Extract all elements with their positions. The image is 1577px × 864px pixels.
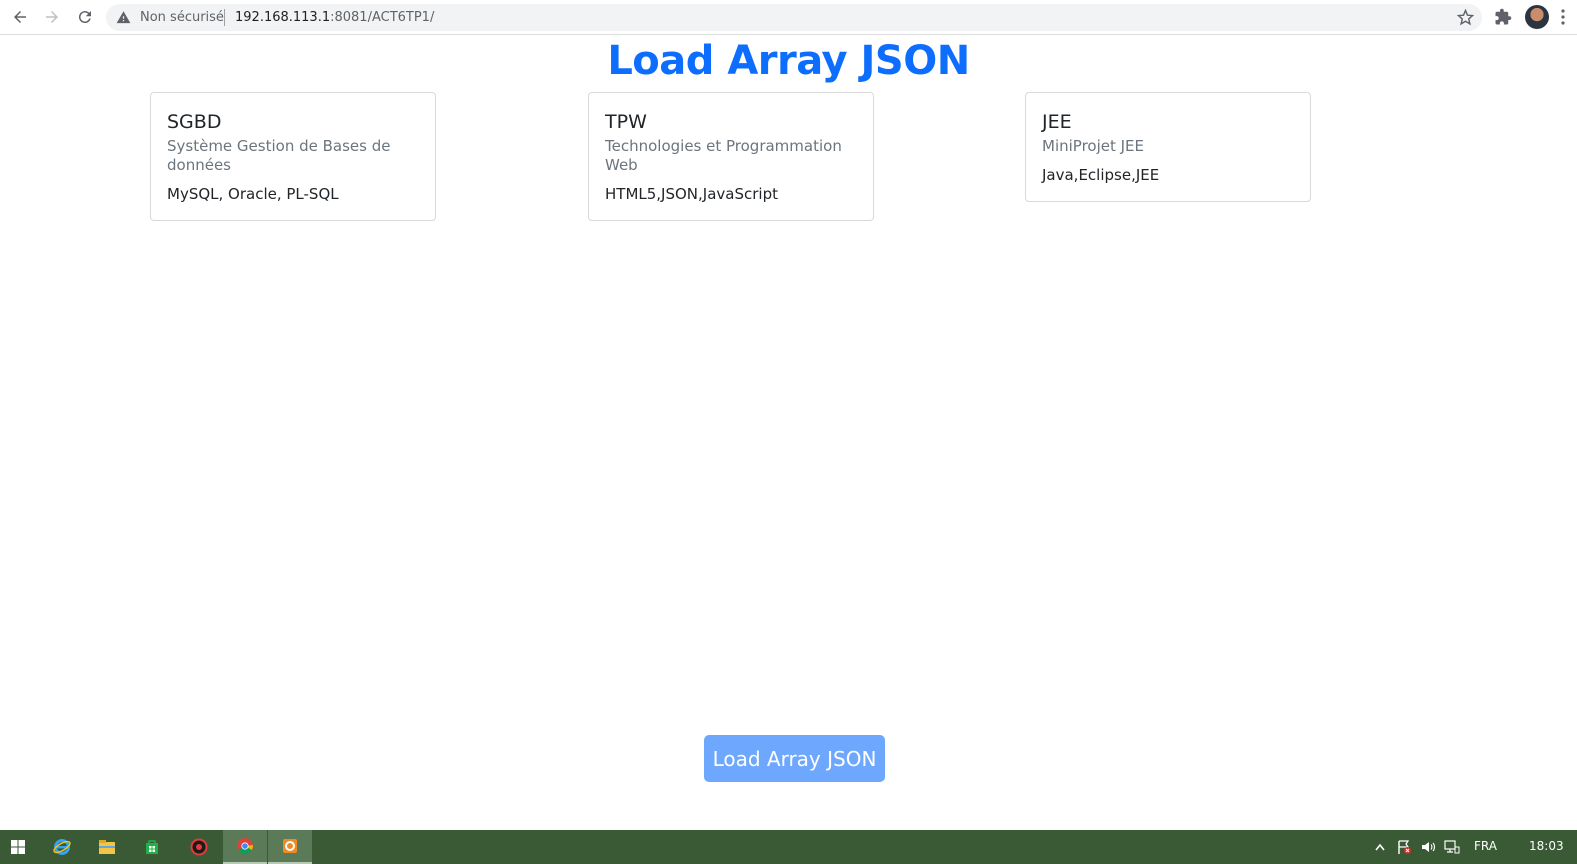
card-subtitle: Système Gestion de Bases de données bbox=[167, 137, 391, 174]
taskbar-orange-app[interactable] bbox=[268, 830, 312, 864]
page-title: Load Array JSON bbox=[607, 38, 970, 84]
separator bbox=[224, 9, 225, 26]
card-text: MySQL, Oracle, PL-SQL bbox=[167, 185, 339, 203]
url-host: 192.168.113.1 bbox=[235, 10, 331, 25]
internet-explorer-icon bbox=[53, 839, 71, 855]
address-bar[interactable]: Non sécurisé 192.168.113.1:8081/ACT6TP1/ bbox=[106, 4, 1482, 31]
action-center-flag-icon[interactable] bbox=[1396, 839, 1412, 855]
arrow-right-icon bbox=[46, 11, 58, 23]
card-title: JEE bbox=[1042, 111, 1072, 133]
security-label[interactable]: Non sécurisé bbox=[140, 10, 224, 25]
chrome-icon bbox=[237, 838, 253, 854]
course-card-tpw: TPW Technologies et Programmation Web HT… bbox=[588, 92, 874, 221]
card-title: SGBD bbox=[167, 111, 222, 133]
load-array-json-button[interactable]: Load Array JSON bbox=[704, 735, 885, 782]
reload-icon bbox=[78, 11, 91, 24]
red-app-icon bbox=[190, 838, 208, 856]
taskbar-red-app[interactable] bbox=[177, 830, 221, 864]
url-path: :8081/ACT6TP1/ bbox=[330, 10, 435, 25]
store-icon bbox=[146, 840, 158, 854]
language-indicator[interactable]: FRA bbox=[1474, 839, 1497, 853]
windows-logo-icon bbox=[11, 840, 25, 854]
card-text: Java,Eclipse,JEE bbox=[1042, 166, 1160, 184]
volume-icon[interactable] bbox=[1420, 839, 1436, 855]
profile-avatar[interactable] bbox=[1525, 5, 1549, 29]
browser-toolbar: Non sécurisé 192.168.113.1:8081/ACT6TP1/ bbox=[0, 0, 1577, 35]
card-title: TPW bbox=[605, 111, 647, 133]
reload-button[interactable] bbox=[73, 5, 97, 29]
windows-taskbar: FRA 18:03 bbox=[0, 830, 1577, 864]
card-text: HTML5,JSON,JavaScript bbox=[605, 185, 778, 203]
taskbar-chrome[interactable] bbox=[223, 830, 267, 864]
taskbar-internet-explorer[interactable] bbox=[40, 830, 84, 864]
network-icon[interactable] bbox=[1444, 839, 1460, 855]
warning-icon bbox=[116, 11, 131, 24]
start-button[interactable] bbox=[0, 830, 36, 864]
kebab-menu-icon[interactable] bbox=[1561, 9, 1565, 25]
course-card-jee: JEE MiniProjet JEE Java,Eclipse,JEE bbox=[1025, 92, 1311, 202]
taskbar-file-explorer[interactable] bbox=[85, 830, 129, 864]
clock[interactable]: 18:03 bbox=[1529, 839, 1564, 853]
course-card-sgbd: SGBD Système Gestion de Bases de données… bbox=[150, 92, 436, 221]
bookmark-star-icon[interactable] bbox=[1457, 9, 1474, 26]
back-button[interactable] bbox=[8, 5, 32, 29]
card-subtitle: Technologies et Programmation Web bbox=[605, 137, 842, 174]
extensions-puzzle-icon[interactable] bbox=[1494, 8, 1512, 26]
file-explorer-icon bbox=[99, 840, 115, 854]
show-hidden-icons-chevron-icon[interactable] bbox=[1375, 839, 1385, 855]
card-subtitle: MiniProjet JEE bbox=[1042, 137, 1145, 155]
taskbar-store[interactable] bbox=[130, 830, 174, 864]
arrow-left-icon bbox=[14, 11, 26, 23]
forward-button[interactable] bbox=[40, 5, 64, 29]
url-text[interactable]: 192.168.113.1:8081/ACT6TP1/ bbox=[235, 10, 434, 25]
orange-app-icon bbox=[283, 839, 297, 853]
